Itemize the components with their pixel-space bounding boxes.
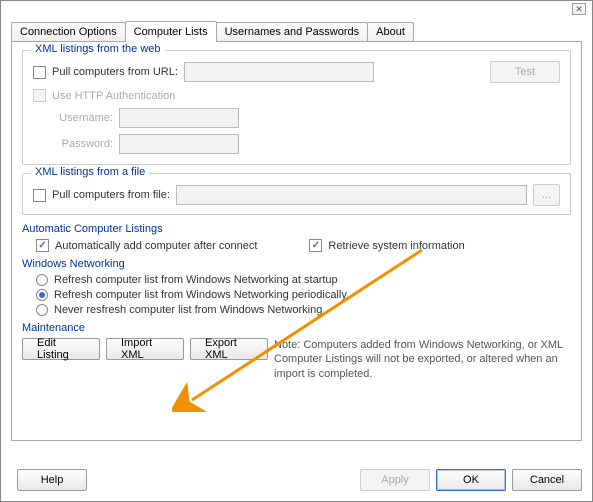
- close-icon[interactable]: [572, 3, 586, 15]
- label-auto-add: Automatically add computer after connect: [55, 240, 257, 252]
- username-field: [119, 108, 239, 128]
- label-pull-url: Pull computers from URL:: [52, 66, 178, 78]
- label-password: Password:: [33, 138, 113, 150]
- group-title-xml-web: XML listings from the web: [31, 43, 165, 55]
- edit-listing-button[interactable]: Edit Listing: [22, 338, 100, 360]
- tab-about[interactable]: About: [367, 22, 414, 41]
- maintenance-note: Note: Computers added from Windows Netwo…: [274, 338, 571, 381]
- browse-button[interactable]: ...: [533, 184, 560, 206]
- label-pull-file: Pull computers from file:: [52, 189, 170, 201]
- group-xml-file: XML listings from a file Pull computers …: [22, 173, 571, 215]
- test-button[interactable]: Test: [490, 61, 560, 83]
- group-xml-web: XML listings from the web Pull computers…: [22, 50, 571, 165]
- heading-maintenance: Maintenance: [22, 322, 571, 334]
- import-xml-button[interactable]: Import XML: [106, 338, 184, 360]
- file-field[interactable]: [176, 185, 527, 205]
- tab-connection-options[interactable]: Connection Options: [11, 22, 126, 41]
- checkbox-pull-file[interactable]: [33, 189, 46, 202]
- label-username: Username:: [33, 112, 113, 124]
- checkbox-auto-add[interactable]: [36, 239, 49, 252]
- tab-computer-lists[interactable]: Computer Lists: [125, 21, 217, 42]
- label-refresh-startup: Refresh computer list from Windows Netwo…: [54, 274, 338, 286]
- heading-auto-listings: Automatic Computer Listings: [22, 223, 571, 235]
- label-retrieve-info: Retrieve system information: [328, 240, 464, 252]
- button-bar: Help Apply OK Cancel: [11, 469, 582, 491]
- heading-windows-networking: Windows Networking: [22, 258, 571, 270]
- label-refresh-never: Never resfresh computer list from Window…: [54, 304, 322, 316]
- tab-usernames-passwords[interactable]: Usernames and Passwords: [216, 22, 369, 41]
- group-title-xml-file: XML listings from a file: [31, 166, 149, 178]
- checkbox-retrieve-info[interactable]: [309, 239, 322, 252]
- help-button[interactable]: Help: [17, 469, 87, 491]
- dialog-window: Connection Options Computer Lists Userna…: [0, 0, 593, 502]
- url-field[interactable]: [184, 62, 374, 82]
- label-refresh-periodic: Refresh computer list from Windows Netwo…: [54, 289, 347, 301]
- cancel-button[interactable]: Cancel: [512, 469, 582, 491]
- label-http-auth: Use HTTP Authentication: [52, 90, 175, 102]
- export-xml-button[interactable]: Export XML: [190, 338, 268, 360]
- tab-panel: XML listings from the web Pull computers…: [11, 41, 582, 441]
- password-field: [119, 134, 239, 154]
- tab-strip: Connection Options Computer Lists Userna…: [11, 21, 582, 41]
- radio-refresh-never[interactable]: [36, 304, 48, 316]
- radio-refresh-periodic[interactable]: [36, 289, 48, 301]
- checkbox-http-auth: [33, 89, 46, 102]
- ok-button[interactable]: OK: [436, 469, 506, 491]
- radio-refresh-startup[interactable]: [36, 274, 48, 286]
- checkbox-pull-url[interactable]: [33, 66, 46, 79]
- apply-button[interactable]: Apply: [360, 469, 430, 491]
